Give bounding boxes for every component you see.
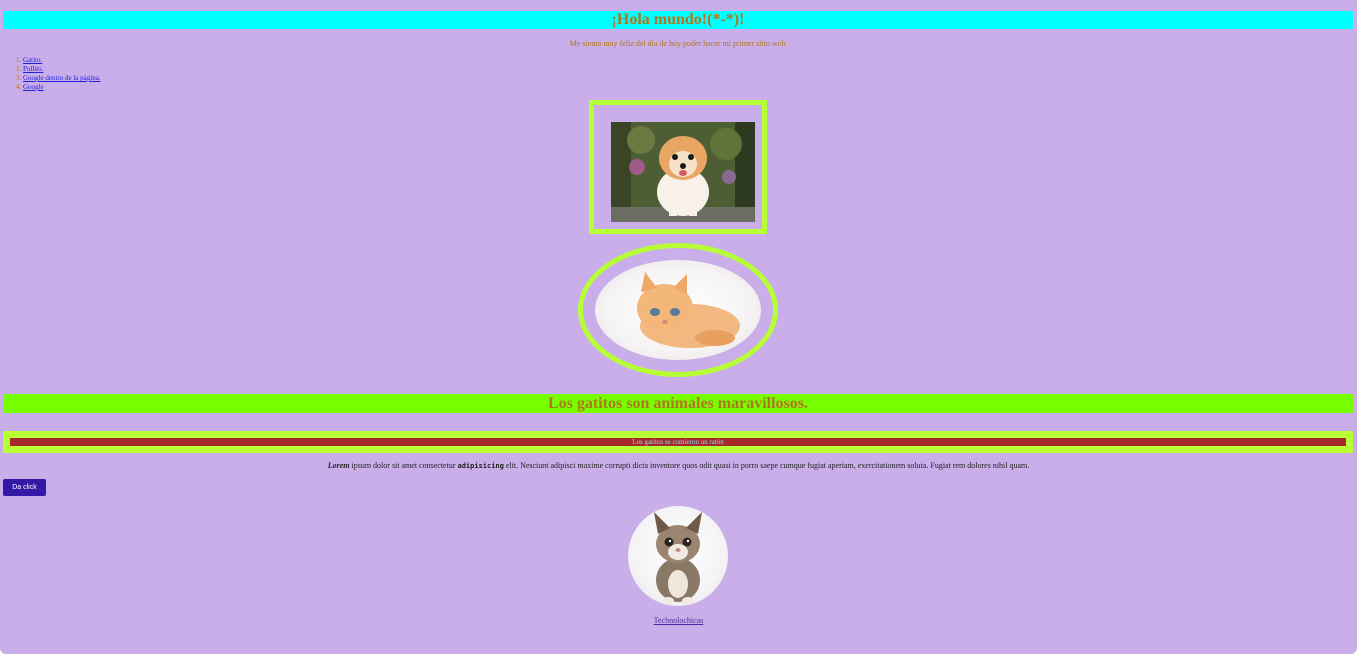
section-heading: Los gatitos son animales maravillosos. — [3, 394, 1353, 413]
list-item: Google dentro de la página. — [23, 74, 101, 83]
list-item: Pollito. — [23, 65, 101, 74]
lorem-paragraph: Lorem ipsum dolor sit amet consectetur a… — [0, 461, 1357, 470]
footer: Technolochicas — [0, 616, 1357, 625]
links-list: Gatito. Pollito. Google dentro de la pág… — [3, 56, 101, 92]
da-click-button[interactable]: Da click — [3, 479, 46, 496]
dog-image — [611, 122, 755, 222]
cat-image — [595, 260, 761, 360]
paragraph-text-1: ipsum dolor sit amet consectetur — [349, 461, 458, 470]
link-gatito[interactable]: Gatito. — [23, 56, 42, 64]
page-title: ¡Hola mundo!(*-*)! — [3, 11, 1353, 29]
link-google[interactable]: Google — [23, 83, 44, 91]
list-item: Gatito. — [23, 56, 101, 65]
link-google-internal[interactable]: Google dentro de la página. — [23, 74, 101, 82]
dog-image-frame — [589, 100, 767, 234]
page: ¡Hola mundo!(*-*)! Me siento muy feliz d… — [0, 0, 1357, 654]
banner-outer: Los gatitos se comieron un ratón — [3, 431, 1353, 453]
list-item: Google — [23, 83, 101, 92]
paragraph-emphasis: Lorem — [327, 461, 350, 470]
paragraph-strong: adipisicing — [457, 462, 504, 470]
paragraph-text-2: elit. Nesciunt adipisci maxime corrupti … — [503, 461, 1030, 470]
link-pollito[interactable]: Pollito. — [23, 65, 43, 73]
subtitle: Me siento muy feliz del día de hoy poder… — [569, 39, 788, 48]
kitten-image — [628, 506, 728, 606]
banner-text: Los gatitos se comieron un ratón — [10, 438, 1346, 446]
technolochicas-link[interactable]: Technolochicas — [654, 616, 704, 625]
